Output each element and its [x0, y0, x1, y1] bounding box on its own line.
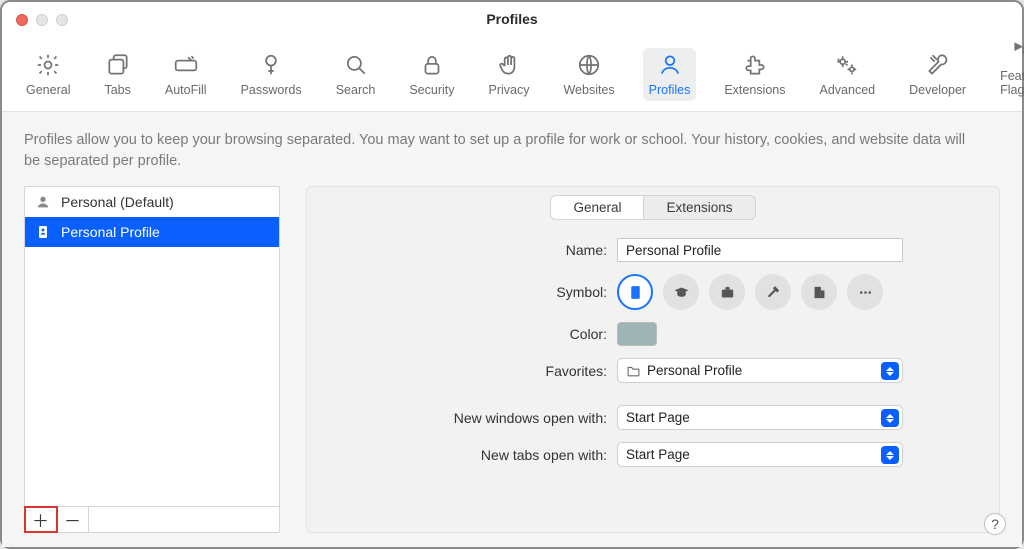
symbol-briefcase[interactable]	[709, 274, 745, 310]
briefcase-icon	[719, 284, 736, 301]
search-icon	[343, 52, 369, 78]
body-row: Personal (Default) Personal Profile ＋ － …	[24, 186, 1000, 533]
person-icon	[657, 52, 683, 78]
window-controls	[16, 14, 68, 26]
profiles-list: Personal (Default) Personal Profile	[25, 187, 279, 506]
toolbar-extensions[interactable]: Extensions	[718, 48, 791, 101]
content-area: Profiles allow you to keep your browsing…	[2, 112, 1022, 547]
chevron-up-down-icon	[881, 446, 899, 464]
add-profile-button[interactable]: ＋	[25, 507, 57, 532]
close-window-button[interactable]	[16, 14, 28, 26]
puzzle-icon	[742, 52, 768, 78]
toolbar-feature-flags[interactable]: Feature Flags	[994, 34, 1024, 101]
tab-extensions[interactable]: Extensions	[644, 196, 754, 219]
symbol-more[interactable]	[847, 274, 883, 310]
symbol-building[interactable]	[801, 274, 837, 310]
new-windows-label: New windows open with:	[327, 410, 607, 426]
symbol-hammer[interactable]	[755, 274, 791, 310]
profiles-sidebar: Personal (Default) Personal Profile ＋ －	[24, 186, 280, 533]
hammer-icon	[765, 284, 782, 301]
toolbar-privacy[interactable]: Privacy	[482, 48, 535, 101]
toolbar-security[interactable]: Security	[403, 48, 460, 101]
zoom-window-button[interactable]	[56, 14, 68, 26]
badge-icon	[627, 284, 644, 301]
profile-name-input[interactable]	[617, 238, 903, 262]
window-title: Profiles	[486, 3, 537, 27]
remove-profile-button[interactable]: －	[57, 507, 89, 532]
toolbar-profiles[interactable]: Profiles	[643, 48, 697, 101]
preferences-toolbar: General Tabs AutoFill Passwords Search S…	[2, 28, 1022, 112]
building-icon	[811, 284, 828, 301]
graduation-cap-icon	[673, 284, 690, 301]
person-icon	[35, 194, 51, 210]
details-tabs: General Extensions	[327, 195, 979, 220]
autofill-icon	[173, 52, 199, 78]
profile-details: General Extensions Name: Symbol:	[306, 186, 1000, 533]
favorites-label: Favorites:	[327, 363, 607, 379]
lock-icon	[419, 52, 445, 78]
ellipsis-icon	[857, 284, 874, 301]
minimize-window-button[interactable]	[36, 14, 48, 26]
new-tabs-label: New tabs open with:	[327, 447, 607, 463]
symbol-label: Symbol:	[327, 284, 607, 300]
symbol-badge[interactable]	[617, 274, 653, 310]
preferences-window: Profiles General Tabs AutoFill Passwords…	[0, 0, 1024, 549]
symbol-picker	[617, 274, 883, 310]
tab-general[interactable]: General	[551, 196, 644, 219]
key-icon	[258, 52, 284, 78]
color-label: Color:	[327, 326, 607, 342]
badge-icon	[35, 224, 51, 240]
profiles-description: Profiles allow you to keep your browsing…	[24, 130, 984, 172]
sidebar-actions: ＋ －	[25, 506, 279, 532]
flags-icon	[1009, 38, 1024, 64]
gear-icon	[35, 52, 61, 78]
name-label: Name:	[327, 242, 607, 258]
chevron-up-down-icon	[881, 362, 899, 380]
toolbar-websites[interactable]: Websites	[557, 48, 620, 101]
folder-icon	[626, 365, 641, 377]
profile-item-personal-profile[interactable]: Personal Profile	[25, 217, 279, 247]
chevron-up-down-icon	[881, 409, 899, 427]
toolbar-advanced[interactable]: Advanced	[814, 48, 882, 101]
toolbar-general[interactable]: General	[20, 48, 76, 101]
toolbar-tabs[interactable]: Tabs	[98, 48, 136, 101]
color-swatch[interactable]	[617, 322, 657, 346]
titlebar: Profiles	[2, 2, 1022, 28]
tools-icon	[925, 52, 951, 78]
toolbar-developer[interactable]: Developer	[903, 48, 972, 101]
tabs-icon	[105, 52, 131, 78]
new-tabs-select[interactable]: Start Page	[617, 442, 903, 467]
profile-form: Name: Symbol:	[327, 238, 979, 467]
toolbar-passwords[interactable]: Passwords	[235, 48, 308, 101]
hand-icon	[496, 52, 522, 78]
toolbar-autofill[interactable]: AutoFill	[159, 48, 213, 101]
new-windows-select[interactable]: Start Page	[617, 405, 903, 430]
gears-icon	[834, 52, 860, 78]
globe-icon	[576, 52, 602, 78]
symbol-graduation[interactable]	[663, 274, 699, 310]
toolbar-search[interactable]: Search	[330, 48, 382, 101]
profile-item-personal-default[interactable]: Personal (Default)	[25, 187, 279, 217]
favorites-select[interactable]: Personal Profile	[617, 358, 903, 383]
help-button[interactable]: ?	[984, 513, 1006, 535]
